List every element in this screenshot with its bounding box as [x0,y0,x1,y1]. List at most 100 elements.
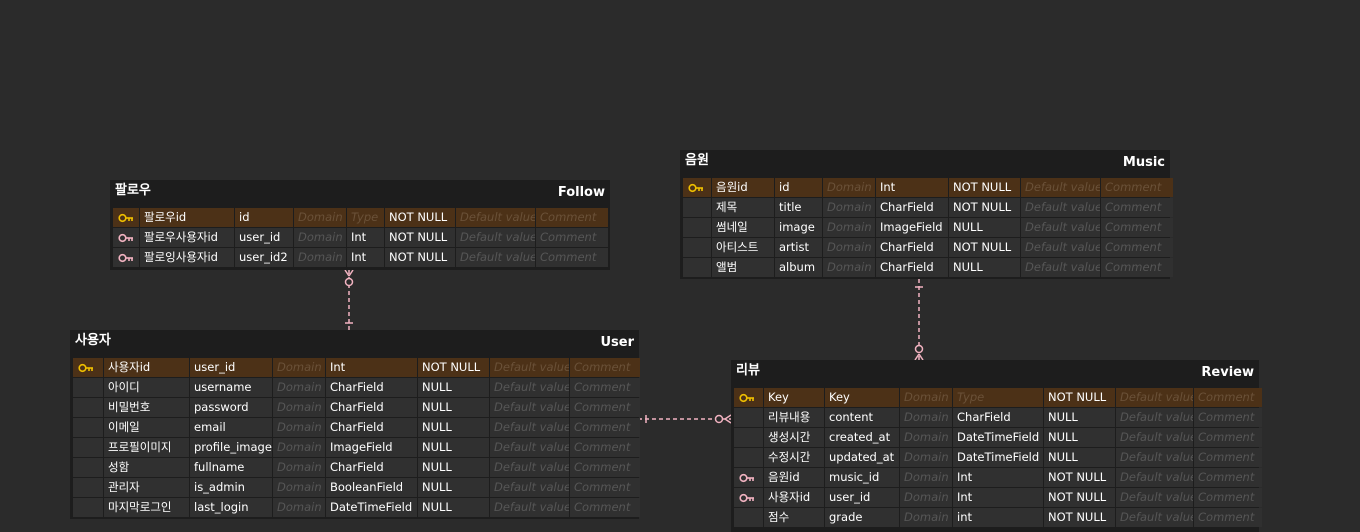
column-row[interactable]: 점수 grade Domain int NOT NULL Default value Com… [734,508,1263,528]
logical-name-cell: 팔로우id [140,208,234,227]
domain-cell: Domain [273,398,325,417]
physical-cell: user_id2 [235,248,293,267]
key-cell [734,428,763,447]
domain-cell: Domain [273,418,325,437]
default-cell: Default value [1021,238,1100,257]
column-row[interactable]: 프로필이미지 profile_image Domain ImageField NULL D… [73,438,641,458]
comment-cell: Comment [570,378,640,397]
type-cell: DateTimeField [326,498,417,517]
domain-cell: Domain [823,178,875,197]
domain-cell: Domain [294,248,346,267]
logical-name-cell: Key [764,388,824,407]
physical-cell: music_id [825,468,899,487]
column-row[interactable]: 마지막로그인 last_login Domain DateTimeField NULL D… [73,498,641,518]
column-row[interactable]: Key Key Domain Type NOT NULL Default value Com… [734,388,1263,408]
logical-name-cell: 성함 [104,458,189,477]
column-row[interactable]: 아티스트 artist Domain CharField NOT NULL Default… [683,238,1174,258]
comment-cell: Comment [1194,428,1262,447]
null-cell: NULL [418,418,489,437]
key-cell [73,418,103,437]
key-cell [683,218,711,237]
physical-cell: updated_at [825,448,899,467]
null-cell: NOT NULL [949,238,1020,257]
column-row[interactable]: 앨범 album Domain CharField NULL Default value C… [683,258,1174,278]
comment-cell: Comment [570,458,640,477]
physical-cell: Key [825,388,899,407]
null-cell: NOT NULL [1044,388,1115,407]
physical-cell: id [775,178,822,197]
key-cell [73,398,103,417]
null-cell: NULL [1044,448,1115,467]
physical-cell: user_id [190,358,272,377]
domain-cell: Domain [900,448,952,467]
type-cell: Int [953,488,1043,507]
table-title-logical: 리뷰 [736,363,760,378]
key-cell [683,198,711,217]
column-row[interactable]: 이메일 email Domain CharField NULL Default value… [73,418,641,438]
domain-cell: Domain [273,458,325,477]
primary-key-icon [113,208,139,227]
column-row[interactable]: 음원id id Domain Int NOT NULL Default value Comm… [683,178,1174,198]
default-cell: Default value [1116,388,1193,407]
column-row[interactable]: 팔로우id id Domain Type NOT NULL Default value Co… [113,208,609,228]
type-cell: ImageField [876,218,948,237]
logical-name-cell: 비밀번호 [104,398,189,417]
foreign-key-icon [734,468,763,487]
domain-cell: Domain [900,428,952,447]
default-cell: Default value [490,398,569,417]
table-header: 음원 Music [680,150,1170,176]
column-row[interactable]: 음원id music_id Domain Int NOT NULL Default val… [734,468,1263,488]
logical-name-cell: 팔로우사용자id [140,228,234,247]
comment-cell: Comment [1194,488,1262,507]
domain-cell: Domain [273,438,325,457]
column-row[interactable]: 아이디 username Domain CharField NULL Default va… [73,378,641,398]
column-row[interactable]: 사용자id user_id Domain Int NOT NULL Default val… [73,358,641,378]
column-row[interactable]: 성함 fullname Domain CharField NULL Default val… [73,458,641,478]
default-cell: Default value [1021,198,1100,217]
column-row[interactable]: 팔로우사용자id user_id Domain Int NOT NULL Default … [113,228,609,248]
comment-cell: Comment [536,208,608,227]
key-cell [683,238,711,257]
domain-cell: Domain [823,198,875,217]
column-row[interactable]: 리뷰내용 content Domain CharField NULL Default va… [734,408,1263,428]
type-cell: Int [326,358,417,377]
column-row[interactable]: 팔로잉사용자id user_id2 Domain Int NOT NULL Default… [113,248,609,268]
domain-cell: Domain [294,228,346,247]
table-follow[interactable]: 팔로우 Follow 팔로우id id Domain Type NOT NULL Defaul… [110,180,610,270]
null-cell: NOT NULL [385,248,455,267]
column-row[interactable]: 썸네일 image Domain ImageField NULL Default valu… [683,218,1174,238]
domain-cell: Domain [900,488,952,507]
physical-cell: title [775,198,822,217]
domain-cell: Domain [900,508,952,527]
column-row[interactable]: 생성시간 created_at Domain DateTimeField NULL Def… [734,428,1263,448]
table-review[interactable]: 리뷰 Review Key Key Domain Type NOT NULL Default … [731,360,1262,532]
domain-cell: Domain [900,388,952,407]
physical-cell: email [190,418,272,437]
table-music[interactable]: 음원 Music 음원id id Domain Int NOT NULL Default va… [680,150,1173,279]
physical-cell: album [775,258,822,277]
default-cell: Default value [1116,508,1193,527]
column-row[interactable]: 관리자 is_admin Domain BooleanField NULL Default… [73,478,641,498]
logical-name-cell: 점수 [764,508,824,527]
foreign-key-icon [113,228,139,247]
default-cell: Default value [490,498,569,517]
table-header: 팔로우 Follow [110,180,610,206]
comment-cell: Comment [1194,408,1262,427]
table-user[interactable]: 사용자 User 사용자id user_id Domain Int NOT NULL Defa… [70,330,641,519]
column-row[interactable]: 제목 title Domain CharField NOT NULL Default va… [683,198,1174,218]
null-cell: NULL [1044,428,1115,447]
domain-cell: Domain [273,478,325,497]
domain-cell: Domain [294,208,346,227]
logical-name-cell: 리뷰내용 [764,408,824,427]
null-cell: NULL [418,378,489,397]
comment-cell: Comment [1194,388,1262,407]
default-cell: Default value [490,438,569,457]
column-row[interactable]: 수정시간 updated_at Domain DateTimeField NULL Def… [734,448,1263,468]
table-title-physical: Review [1201,365,1254,380]
default-cell: Default value [1116,448,1193,467]
physical-cell: content [825,408,899,427]
logical-name-cell: 프로필이미지 [104,438,189,457]
column-row[interactable]: 비밀번호 password Domain CharField NULL Default v… [73,398,641,418]
column-row[interactable]: 사용자id user_id Domain Int NOT NULL Default val… [734,488,1263,508]
default-cell: Default value [490,458,569,477]
